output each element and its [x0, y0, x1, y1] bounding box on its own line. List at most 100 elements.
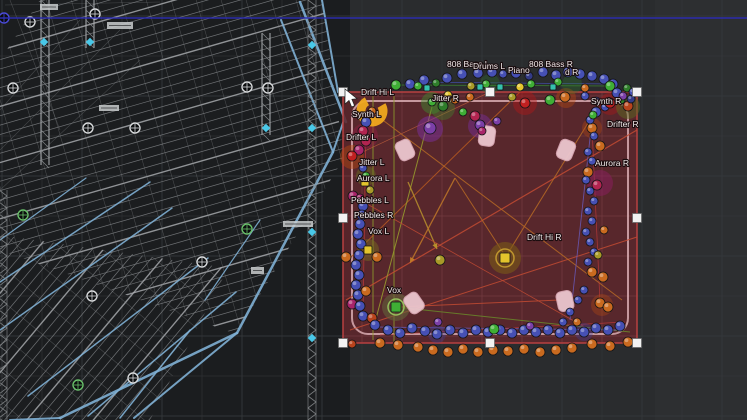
audio-object-dot[interactable] [573, 318, 581, 326]
audio-object-dot[interactable] [443, 347, 453, 357]
audio-object-dot[interactable] [432, 329, 442, 339]
audio-object-dot[interactable] [347, 151, 357, 161]
audio-object-dot[interactable] [584, 148, 592, 156]
audio-object-dot[interactable] [424, 122, 436, 134]
audio-object-dot[interactable] [364, 246, 372, 254]
selection-handle[interactable] [486, 339, 495, 348]
audio-object-dot[interactable] [587, 339, 597, 349]
selection-handle[interactable] [633, 88, 642, 97]
audio-object-dot[interactable] [500, 253, 510, 263]
audio-object-dot[interactable] [442, 73, 452, 83]
audio-object-dot[interactable] [497, 84, 503, 90]
audio-object-dot[interactable] [432, 79, 440, 87]
audio-object-dot[interactable] [493, 117, 501, 125]
audio-object-dot[interactable] [353, 229, 363, 239]
audio-object-dot[interactable] [358, 311, 368, 321]
audio-object-dot[interactable] [605, 341, 615, 351]
audio-object-dot[interactable] [581, 92, 589, 100]
audio-object-dot[interactable] [567, 325, 577, 335]
audio-object-dot[interactable] [587, 267, 597, 277]
audio-object-dot[interactable] [579, 327, 589, 337]
audio-object-dot[interactable] [584, 258, 592, 266]
audio-object-dot[interactable] [545, 95, 555, 105]
selection-handle[interactable] [633, 214, 642, 223]
audio-object-dot[interactable] [567, 343, 577, 353]
selection-handle[interactable] [339, 214, 348, 223]
audio-object-dot[interactable] [584, 207, 592, 215]
audio-object-dot[interactable] [543, 325, 553, 335]
audio-object-dot[interactable] [583, 167, 593, 177]
scene-svg[interactable]: 808 Bass LDrums LPiano808 Bass Rd RJitte… [0, 0, 747, 420]
audio-object-dot[interactable] [466, 93, 474, 101]
audio-object-dot[interactable] [589, 111, 597, 119]
audio-object-dot[interactable] [467, 82, 475, 90]
editor-canvas[interactable]: 808 Bass LDrums LPiano808 Bass Rd RJitte… [0, 0, 747, 420]
audio-object-dot[interactable] [393, 340, 403, 350]
audio-object-dot[interactable] [590, 132, 598, 140]
audio-object-dot[interactable] [615, 321, 625, 331]
audio-object-dot[interactable] [550, 84, 556, 90]
audio-object-dot[interactable] [478, 127, 486, 135]
audio-object-dot[interactable] [586, 238, 594, 246]
audio-object-dot[interactable] [459, 108, 467, 116]
audio-object-dot[interactable] [516, 83, 524, 91]
audio-object-dot[interactable] [383, 325, 393, 335]
audio-object-dot[interactable] [414, 82, 422, 90]
audio-object-dot[interactable] [574, 296, 582, 304]
audio-object-dot[interactable] [391, 302, 401, 312]
audio-object-dot[interactable] [582, 228, 590, 236]
audio-object-dot[interactable] [470, 111, 480, 121]
audio-object-dot[interactable] [559, 318, 567, 326]
audio-object-dot[interactable] [361, 286, 371, 296]
audio-object-dot[interactable] [551, 345, 561, 355]
audio-object-dot[interactable] [473, 347, 483, 357]
audio-object-dot[interactable] [594, 251, 602, 259]
audio-object-dot[interactable] [591, 323, 601, 333]
audio-object-dot[interactable] [445, 325, 455, 335]
audio-object-dot[interactable] [348, 340, 356, 348]
audio-object-dot[interactable] [471, 325, 481, 335]
audio-object-dot[interactable] [560, 92, 570, 102]
audio-object-dot[interactable] [555, 328, 565, 338]
audio-object-dot[interactable] [355, 301, 365, 311]
audio-object-dot[interactable] [526, 322, 534, 330]
selection-handle[interactable] [486, 88, 495, 97]
audio-object-dot[interactable] [581, 84, 589, 92]
audio-object-dot[interactable] [603, 325, 613, 335]
audio-object-dot[interactable] [588, 217, 596, 225]
audio-object-dot[interactable] [435, 255, 445, 265]
audio-object-dot[interactable] [341, 252, 351, 262]
audio-object-dot[interactable] [587, 71, 597, 81]
audio-object-dot[interactable] [566, 308, 574, 316]
audio-object-dot[interactable] [603, 302, 613, 312]
audio-object-dot[interactable] [592, 180, 602, 190]
audio-object-dot[interactable] [477, 84, 483, 90]
audio-object-dot[interactable] [587, 123, 597, 133]
audio-object-dot[interactable] [351, 280, 361, 290]
audio-object-dot[interactable] [354, 270, 364, 280]
audio-object-dot[interactable] [420, 326, 430, 336]
audio-object-dot[interactable] [354, 250, 364, 260]
audio-object-dot[interactable] [623, 337, 633, 347]
audio-object-dot[interactable] [595, 141, 605, 151]
audio-object-dot[interactable] [370, 320, 380, 330]
audio-object-dot[interactable] [413, 342, 423, 352]
selection-handle[interactable] [633, 339, 642, 348]
audio-object-dot[interactable] [458, 344, 468, 354]
audio-object-dot[interactable] [351, 260, 361, 270]
audio-object-dot[interactable] [434, 318, 442, 326]
audio-object-dot[interactable] [428, 345, 438, 355]
audio-object-dot[interactable] [395, 328, 405, 338]
audio-object-dot[interactable] [520, 98, 530, 108]
audio-object-dot[interactable] [582, 176, 590, 184]
audio-object-dot[interactable] [407, 323, 417, 333]
audio-object-dot[interactable] [580, 286, 588, 294]
audio-object-dot[interactable] [424, 85, 430, 91]
audio-object-dot[interactable] [527, 80, 535, 88]
audio-object-dot[interactable] [590, 197, 598, 205]
audio-object-dot[interactable] [372, 252, 382, 262]
audio-object-dot[interactable] [598, 272, 608, 282]
audio-object-dot[interactable] [366, 186, 374, 194]
audio-object-dot[interactable] [508, 93, 516, 101]
audio-object-dot[interactable] [600, 226, 608, 234]
